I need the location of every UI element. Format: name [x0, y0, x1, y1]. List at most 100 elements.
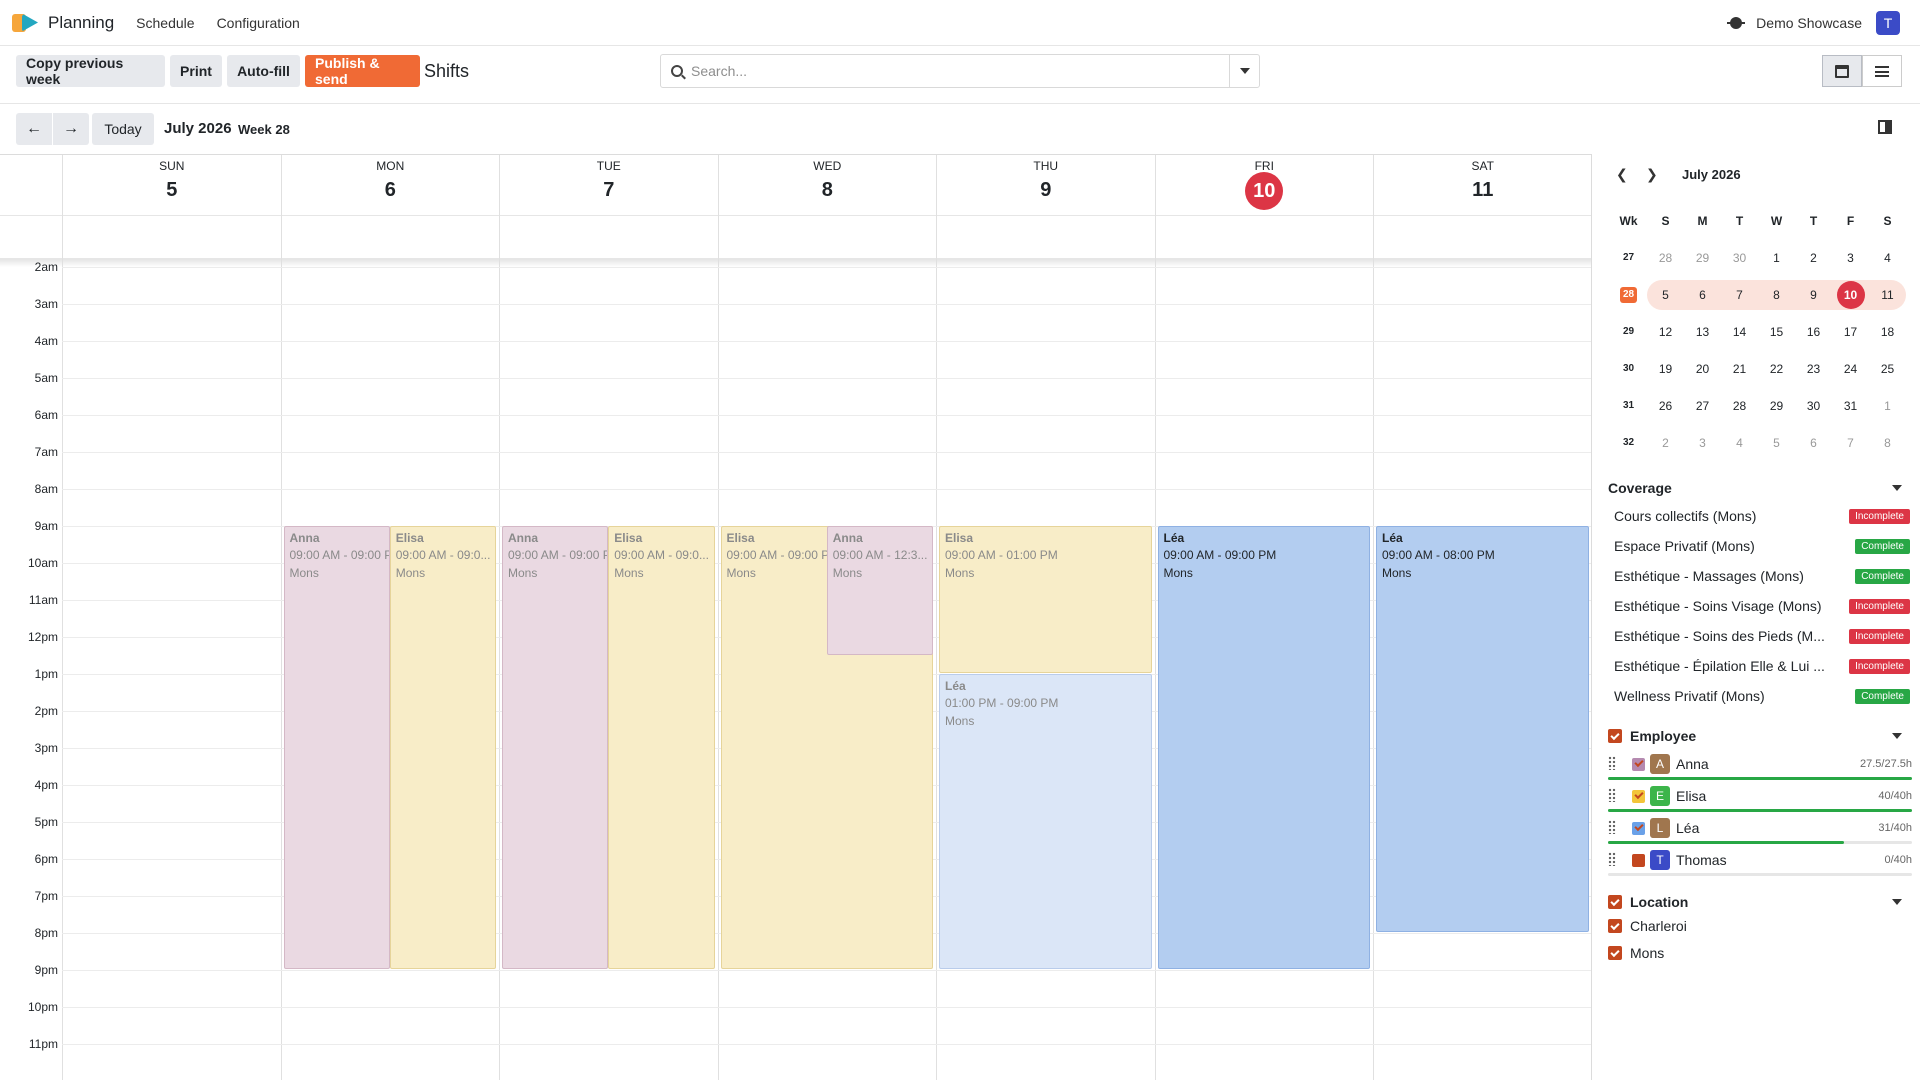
- day-header[interactable]: WED 8: [717, 155, 937, 215]
- debug-bug-icon[interactable]: [1727, 16, 1746, 29]
- drag-handle-icon[interactable]: [1608, 788, 1616, 802]
- shift-card[interactable]: Elisa 09:00 AM - 09:0... Mons: [389, 526, 496, 969]
- sidebar-toggle-icon[interactable]: [1878, 120, 1892, 134]
- menu-configuration[interactable]: Configuration: [217, 15, 300, 31]
- mini-day[interactable]: 7: [1721, 279, 1758, 310]
- day-header[interactable]: TUE 7: [499, 155, 718, 215]
- auto-fill-button[interactable]: Auto-fill: [227, 55, 300, 87]
- mini-day[interactable]: 22: [1758, 354, 1795, 384]
- mini-week-number[interactable]: 32: [1610, 428, 1647, 458]
- mini-day[interactable]: 1: [1869, 391, 1906, 421]
- mini-day[interactable]: 20: [1684, 354, 1721, 384]
- location-filter-item[interactable]: Mons: [1608, 945, 1664, 961]
- shift-card[interactable]: Léa 01:00 PM - 09:00 PM Mons: [939, 674, 1152, 969]
- location-section-title[interactable]: Location: [1608, 894, 1912, 910]
- mini-day[interactable]: 21: [1721, 354, 1758, 384]
- coverage-item[interactable]: Esthétique - Épilation Elle & Lui ... Inc…: [1614, 654, 1910, 678]
- day-header[interactable]: THU 9: [936, 155, 1155, 215]
- employee-filter-item[interactable]: T Thomas 0/40h: [1608, 848, 1912, 880]
- coverage-item[interactable]: Esthétique - Soins des Pieds (M... Incomp…: [1614, 624, 1910, 648]
- coverage-item[interactable]: Cours collectifs (Mons) Incomplete: [1614, 504, 1910, 528]
- shift-card[interactable]: Anna 09:00 AM - 09:00 PM Mons: [502, 526, 609, 969]
- search-options-toggle[interactable]: [1229, 55, 1259, 87]
- mini-day[interactable]: 27: [1684, 391, 1721, 421]
- day-header[interactable]: SUN 5: [62, 155, 281, 215]
- previous-week-button[interactable]: ←: [16, 113, 52, 145]
- mini-day[interactable]: 7: [1832, 428, 1869, 458]
- drag-handle-icon[interactable]: [1608, 756, 1616, 770]
- location-checkbox[interactable]: [1608, 946, 1622, 960]
- mini-day[interactable]: 28: [1721, 391, 1758, 421]
- calendar-view-button[interactable]: [1822, 55, 1862, 87]
- mini-day[interactable]: 12: [1647, 317, 1684, 347]
- mini-day[interactable]: 6: [1795, 428, 1832, 458]
- mini-week-number[interactable]: 31: [1610, 391, 1647, 421]
- coverage-item[interactable]: Esthétique - Massages (Mons) Complete: [1614, 564, 1910, 588]
- mini-day[interactable]: 18: [1869, 317, 1906, 347]
- mini-week-number[interactable]: 28: [1610, 280, 1647, 310]
- mini-prev-month-icon[interactable]: ❮: [1616, 166, 1646, 183]
- mini-day[interactable]: 5: [1647, 279, 1684, 310]
- company-switcher[interactable]: Demo Showcase: [1756, 15, 1862, 31]
- employee-checkbox[interactable]: [1632, 790, 1645, 803]
- mini-day[interactable]: 26: [1647, 391, 1684, 421]
- mini-day[interactable]: 23: [1795, 354, 1832, 384]
- mini-day[interactable]: 8: [1758, 279, 1795, 310]
- employee-all-checkbox[interactable]: [1608, 729, 1622, 743]
- mini-day[interactable]: 28: [1647, 243, 1684, 273]
- employee-checkbox[interactable]: [1632, 854, 1645, 867]
- employee-checkbox[interactable]: [1632, 822, 1645, 835]
- mini-week-number[interactable]: 27: [1610, 243, 1647, 273]
- mini-week-number[interactable]: 29: [1610, 317, 1647, 347]
- mini-day[interactable]: 15: [1758, 317, 1795, 347]
- shift-card[interactable]: Anna 09:00 AM - 09:00 PM Mons: [283, 526, 390, 969]
- mini-day[interactable]: 25: [1869, 354, 1906, 384]
- location-checkbox[interactable]: [1608, 919, 1622, 933]
- day-header[interactable]: MON 6: [280, 155, 500, 215]
- shift-card[interactable]: Léa 09:00 AM - 08:00 PM Mons: [1376, 526, 1589, 932]
- employee-filter-item[interactable]: E Elisa 40/40h: [1608, 784, 1912, 816]
- coverage-item[interactable]: Wellness Privatif (Mons) Complete: [1614, 684, 1910, 708]
- mini-day[interactable]: 5: [1758, 428, 1795, 458]
- employee-filter-item[interactable]: A Anna 27.5/27.5h: [1608, 752, 1912, 784]
- mini-day[interactable]: 16: [1795, 317, 1832, 347]
- list-view-button[interactable]: [1862, 55, 1902, 87]
- today-button[interactable]: Today: [92, 113, 154, 145]
- shift-card[interactable]: Léa 09:00 AM - 09:00 PM Mons: [1157, 526, 1370, 969]
- location-filter-item[interactable]: Charleroi: [1608, 918, 1687, 934]
- coverage-item[interactable]: Espace Privatif (Mons) Complete: [1614, 534, 1910, 558]
- day-header[interactable]: FRI 10: [1154, 155, 1374, 215]
- location-all-checkbox[interactable]: [1608, 895, 1622, 909]
- user-avatar[interactable]: T: [1876, 10, 1900, 35]
- mini-day[interactable]: 19: [1647, 354, 1684, 384]
- shift-card[interactable]: Anna 09:00 AM - 12:3... Mons: [826, 526, 933, 655]
- employee-filter-item[interactable]: L Léa 31/40h: [1608, 816, 1912, 848]
- mini-day[interactable]: 11: [1869, 279, 1906, 310]
- mini-day[interactable]: 6: [1684, 279, 1721, 310]
- search-input[interactable]: [691, 63, 1211, 79]
- mini-day[interactable]: 2: [1647, 428, 1684, 458]
- mini-day[interactable]: 10: [1832, 279, 1869, 310]
- print-button[interactable]: Print: [170, 55, 222, 87]
- planning-app-icon[interactable]: [12, 11, 40, 35]
- mini-day[interactable]: 3: [1832, 243, 1869, 273]
- mini-day[interactable]: 29: [1684, 243, 1721, 273]
- coverage-item[interactable]: Esthétique - Soins Visage (Mons) Incomple…: [1614, 594, 1910, 618]
- mini-day[interactable]: 30: [1795, 391, 1832, 421]
- drag-handle-icon[interactable]: [1608, 820, 1616, 834]
- mini-day[interactable]: 3: [1684, 428, 1721, 458]
- all-day-row[interactable]: [0, 215, 1591, 259]
- coverage-section-title[interactable]: Coverage: [1608, 480, 1912, 496]
- mini-day[interactable]: 9: [1795, 279, 1832, 310]
- mini-day[interactable]: 14: [1721, 317, 1758, 347]
- mini-day[interactable]: 4: [1721, 428, 1758, 458]
- mini-day[interactable]: 8: [1869, 428, 1906, 458]
- shift-card[interactable]: Elisa 09:00 AM - 09:0... Mons: [608, 526, 715, 969]
- mini-day[interactable]: 13: [1684, 317, 1721, 347]
- employee-section-title[interactable]: Employee: [1608, 728, 1912, 744]
- app-name[interactable]: Planning: [48, 13, 114, 33]
- mini-next-month-icon[interactable]: ❯: [1646, 166, 1676, 183]
- copy-previous-week-button[interactable]: Copy previous week: [16, 55, 165, 87]
- mini-day[interactable]: 1: [1758, 243, 1795, 273]
- mini-day[interactable]: 29: [1758, 391, 1795, 421]
